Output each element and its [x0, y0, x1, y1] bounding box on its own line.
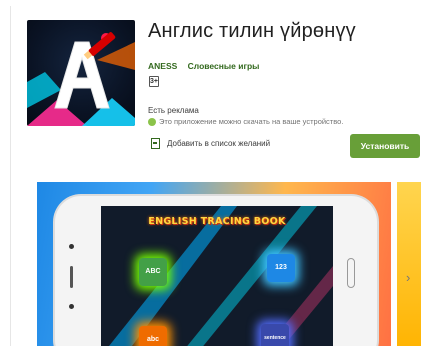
phone-screen: ENGLISH TRACING BOOK ABC 123 abc sentenc… [101, 206, 333, 346]
tile-abc-upper: ABC [139, 258, 167, 286]
home-button-graphic [347, 258, 355, 288]
tile-abc-lower: abc [139, 326, 167, 346]
chevron-right-icon[interactable]: › [406, 270, 410, 285]
category-link[interactable]: Словесные игры [188, 61, 260, 71]
info-icon [148, 117, 156, 126]
screenshot-second[interactable] [397, 182, 421, 346]
developer-link[interactable]: ANESS [148, 61, 177, 71]
app-title: Англис тилин үйрөнүү [148, 20, 356, 42]
tile-sentence: sentence [261, 324, 289, 346]
device-compatibility: Это приложение можно скачать на ваше уст… [148, 117, 343, 126]
ads-notice: Есть реклама [148, 106, 199, 115]
app-listing: Англис тилин үйрөнүү ANESS Словесные игр… [10, 6, 421, 346]
wishlist-label: Добавить в список желаний [167, 139, 271, 148]
age-rating-icon: 3+ [149, 76, 159, 87]
camera-dot [69, 244, 74, 249]
device-notice-text: Это приложение можно скачать на ваше уст… [159, 117, 344, 126]
screen-graphic [109, 206, 333, 346]
app-icon-graphic [27, 32, 135, 126]
install-button[interactable]: Установить [350, 134, 420, 158]
screenshot-main[interactable]: ENGLISH TRACING BOOK ABC 123 abc sentenc… [37, 182, 391, 346]
sensor-dot [69, 304, 74, 309]
bookmark-icon [151, 138, 160, 149]
add-to-wishlist[interactable]: Добавить в список желаний [151, 138, 270, 149]
speaker-grille [70, 266, 73, 288]
book-title: ENGLISH TRACING BOOK [148, 216, 286, 227]
tile-numbers: 123 [267, 254, 295, 282]
phone-mockup: ENGLISH TRACING BOOK ABC 123 abc sentenc… [55, 196, 377, 346]
app-meta: ANESS Словесные игры [148, 61, 267, 71]
app-icon [27, 20, 135, 126]
